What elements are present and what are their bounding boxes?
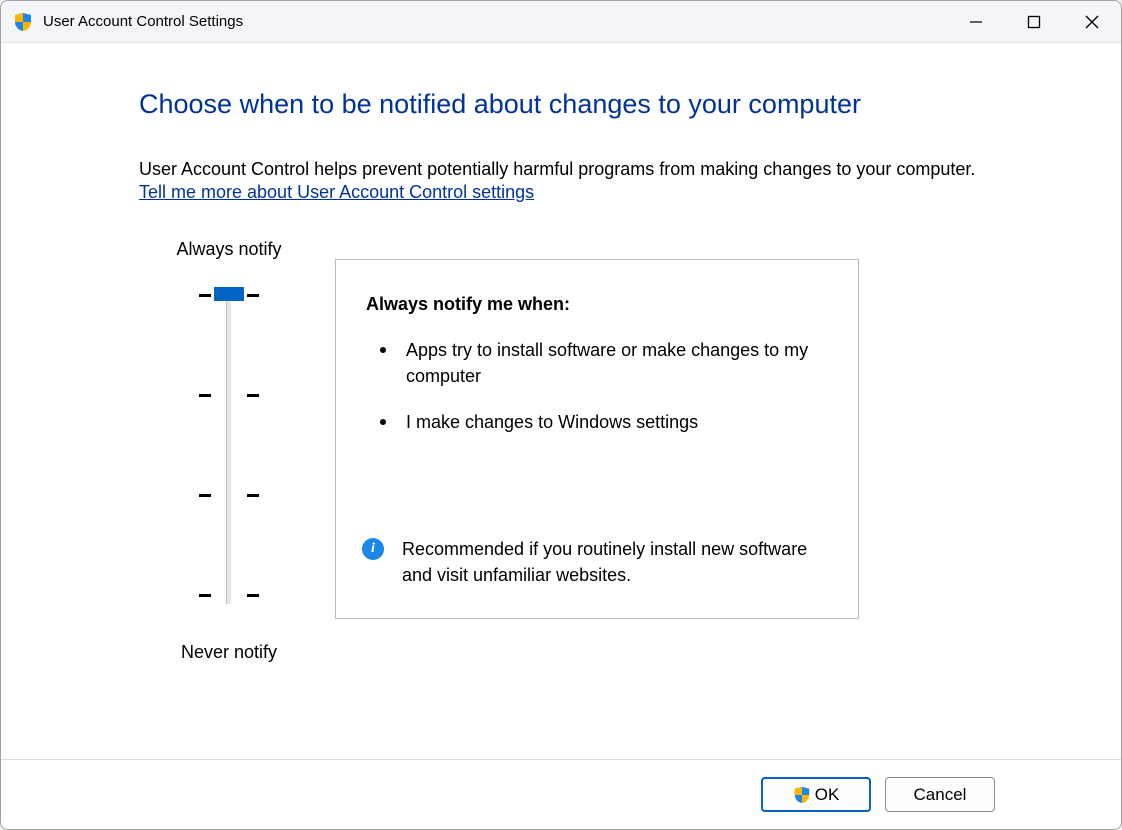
info-icon: i [362,538,384,560]
cancel-button[interactable]: Cancel [885,777,995,812]
level-bullet: Apps try to install software or make cha… [366,337,828,389]
slider-area: Always notify Never notify Always notify… [139,239,991,663]
uac-settings-window: User Account Control Settings Choose whe… [0,0,1122,830]
dialog-footer: OK Cancel [1,759,1121,829]
slider-tick [199,294,211,297]
notification-level-slider[interactable] [199,284,259,624]
window-title: User Account Control Settings [43,13,947,30]
shield-icon [13,12,33,32]
slider-track [226,294,232,604]
recommendation-row: i Recommended if you routinely install n… [362,536,828,588]
slider-thumb[interactable] [214,287,244,301]
page-heading: Choose when to be notified about changes… [139,89,991,120]
content-area: Choose when to be notified about changes… [1,43,1121,759]
slider-tick [247,394,259,397]
close-button[interactable] [1063,1,1121,42]
maximize-button[interactable] [1005,1,1063,42]
slider-tick [247,494,259,497]
learn-more-link[interactable]: Tell me more about User Account Control … [139,182,534,203]
cancel-button-label: Cancel [914,785,967,805]
window-controls [947,1,1121,42]
slider-top-label: Always notify [139,239,319,260]
shield-icon [793,786,811,804]
minimize-button[interactable] [947,1,1005,42]
slider-tick [199,594,211,597]
slider-column: Always notify Never notify [139,239,319,663]
ok-button[interactable]: OK [761,777,871,812]
titlebar: User Account Control Settings [1,1,1121,43]
ok-button-label: OK [815,785,840,805]
recommendation-text: Recommended if you routinely install new… [402,536,828,588]
slider-tick [199,494,211,497]
slider-tick [247,294,259,297]
level-bullet-list: Apps try to install software or make cha… [366,337,828,435]
level-title: Always notify me when: [366,294,828,315]
slider-bottom-label: Never notify [139,642,319,663]
level-description-panel: Always notify me when: Apps try to insta… [335,259,859,619]
description-text: User Account Control helps prevent poten… [139,156,991,182]
slider-tick [247,594,259,597]
level-bullet: I make changes to Windows settings [366,409,828,435]
slider-tick [199,394,211,397]
